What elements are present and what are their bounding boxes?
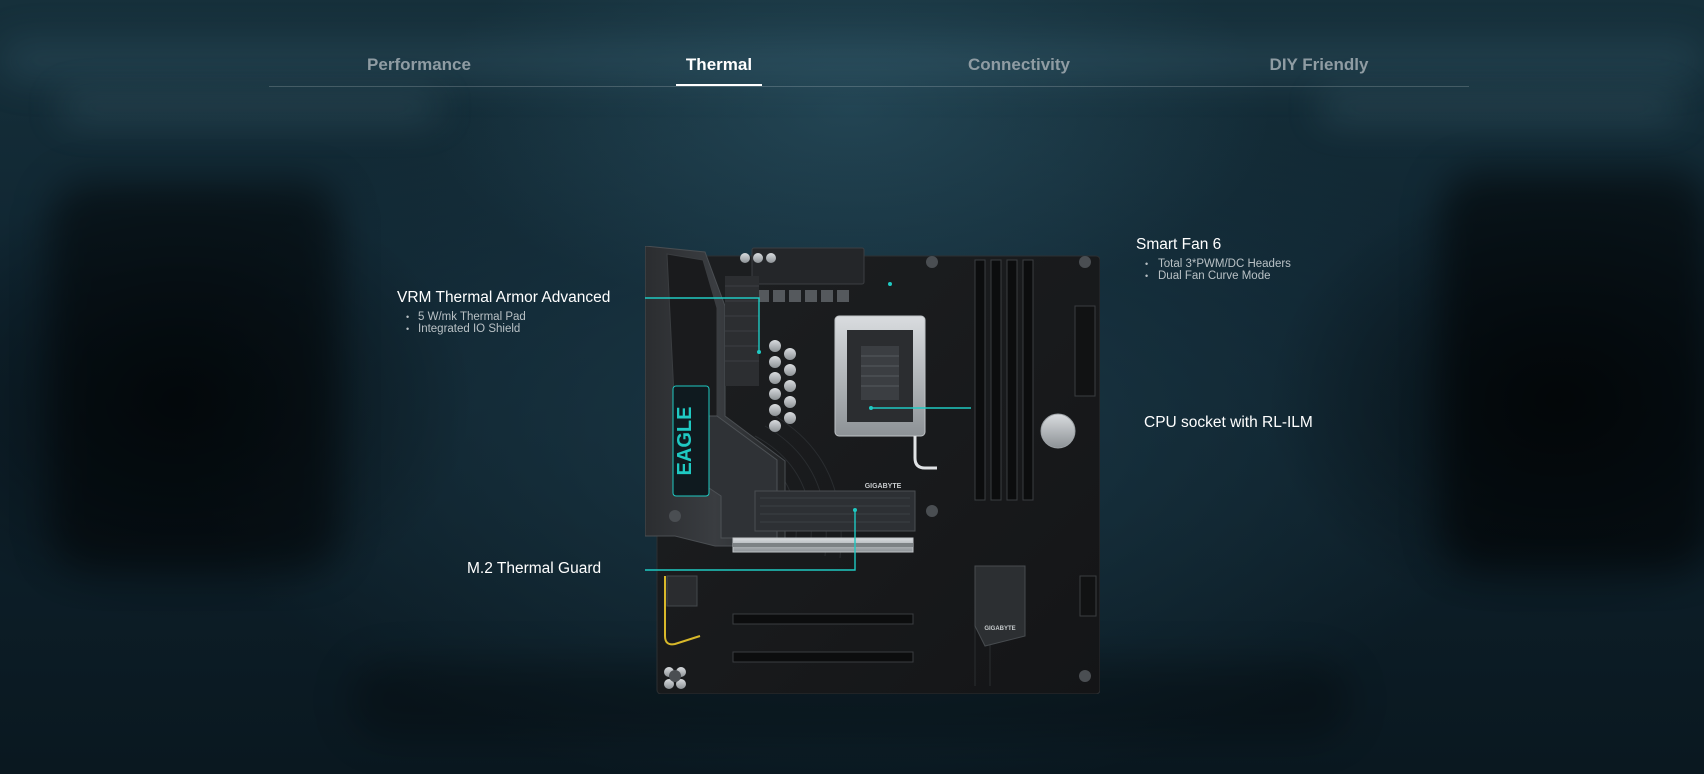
background-blur [1320,95,1680,121]
chipset-brand-mark: GIGABYTE [984,626,1015,632]
callout-bullet: 5 W/mk Thermal Pad [397,311,610,323]
callout-smart-fan: Smart Fan 6 Total 3*PWM/DC Headers Dual … [1136,236,1291,282]
motherboard-graphic: EAGLE GIGABYTE GIGABYTE [645,246,1100,694]
tab-diy-friendly[interactable]: DIY Friendly [1169,44,1469,86]
hero-stage: Performance Thermal Connectivity DIY Fri… [0,0,1704,774]
callout-m2-thermal-guard: M.2 Thermal Guard [467,560,601,578]
motherboard-image: EAGLE GIGABYTE GIGABYTE [645,246,1100,694]
callout-bullet: Dual Fan Curve Mode [1136,270,1291,282]
background-blur [60,95,440,121]
callout-vrm-thermal-armor: VRM Thermal Armor Advanced 5 W/mk Therma… [397,289,610,335]
callout-bullets: Total 3*PWM/DC Headers Dual Fan Curve Mo… [1136,258,1291,282]
feature-tabs: Performance Thermal Connectivity DIY Fri… [269,44,1469,87]
tab-connectivity[interactable]: Connectivity [869,44,1169,86]
callout-bullet: Total 3*PWM/DC Headers [1136,258,1291,270]
background-blur [1440,170,1704,570]
callout-bullets: 5 W/mk Thermal Pad Integrated IO Shield [397,311,610,335]
callout-cpu-socket: CPU socket with RL-ILM [1144,414,1313,432]
callout-title: VRM Thermal Armor Advanced [397,289,611,306]
callout-title: Smart Fan 6 [1136,236,1222,253]
board-brand-mark: GIGABYTE [865,483,902,490]
callout-title: CPU socket with RL-ILM [1144,414,1313,431]
tab-thermal[interactable]: Thermal [569,44,869,86]
tab-performance[interactable]: Performance [269,44,569,86]
callout-bullet: Integrated IO Shield [397,323,610,335]
background-blur [50,180,340,570]
heatsink-logo: EAGLE [674,407,696,476]
callout-title: M.2 Thermal Guard [467,560,602,577]
